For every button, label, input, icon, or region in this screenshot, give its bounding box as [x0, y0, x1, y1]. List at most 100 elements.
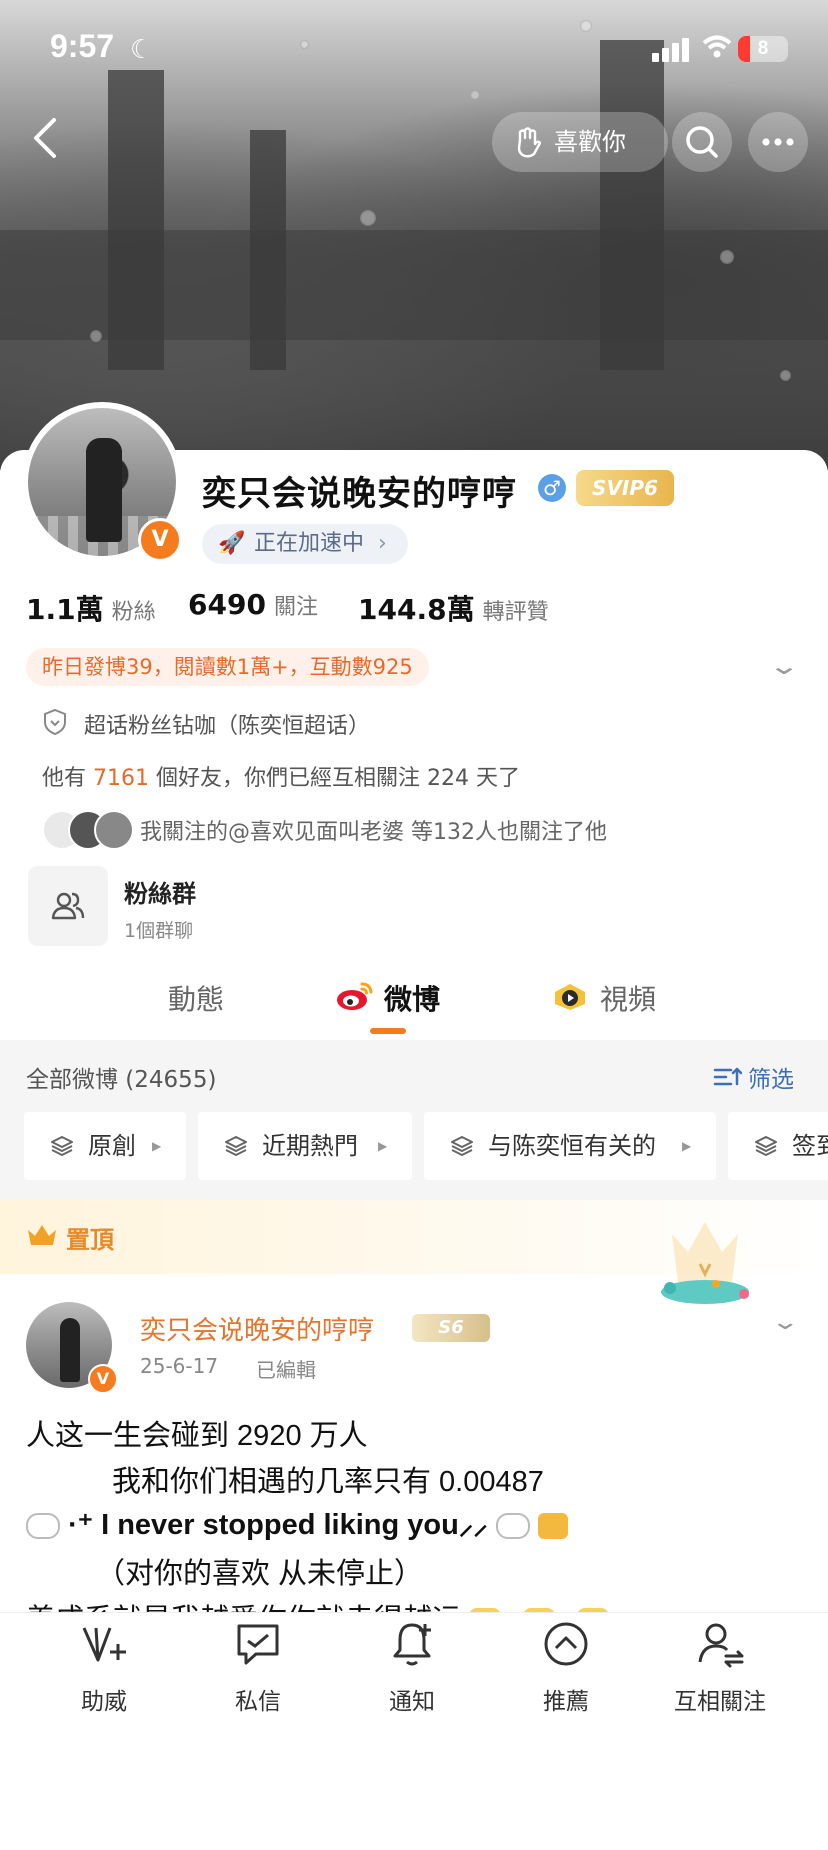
moon-icon: ☾: [130, 34, 154, 64]
nav-cheer-label: 助威: [81, 1689, 127, 1715]
post-date: 25-6-17: [140, 1354, 219, 1378]
post-edited-label: 已編輯: [256, 1358, 316, 1382]
nav-cheer[interactable]: 助威: [44, 1620, 164, 1720]
tab-activity[interactable]: 動態: [168, 978, 224, 1018]
feed-count: 全部微博 (24655): [26, 1067, 217, 1093]
post-line-1: 人这一生会碰到 2920 万人: [26, 1420, 368, 1452]
post-line-3-row: ·⁺ I never stopped liking you⸝⸝: [26, 1504, 568, 1543]
nav-notifications[interactable]: 通知: [352, 1620, 472, 1720]
post-author-name[interactable]: 奕只会说晚安的哼哼: [140, 1310, 374, 1347]
wifi-icon: [702, 35, 732, 58]
chip-caret-icon: ▶: [378, 1139, 388, 1153]
chip-caret-icon: ▶: [682, 1139, 692, 1153]
bell-plus-icon: [393, 1623, 431, 1666]
mutual-follow-icon: [698, 1623, 744, 1668]
male-icon: ♂: [538, 474, 566, 502]
status-bar: 9:57 ☾ 8: [0, 0, 828, 96]
activity-summary: 昨日發博39，閱讀數1萬+，互動數925: [26, 648, 429, 686]
weibo-logo-icon: [337, 982, 373, 1010]
chip-label: 近期熱門: [262, 1132, 358, 1160]
profile-tabs: 動態 微博 視頻: [0, 966, 828, 1040]
video-tab-icon: [555, 984, 585, 1010]
chevron-right-icon: ›: [378, 531, 387, 556]
back-button[interactable]: [16, 110, 72, 166]
tab-weibo[interactable]: 微博: [384, 978, 440, 1018]
chevron-down-icon[interactable]: ⌄: [768, 652, 800, 680]
search-icon: [686, 126, 718, 158]
battery-level-text: 8: [757, 38, 769, 59]
post-options-chevron-icon[interactable]: ⌄: [770, 1310, 800, 1335]
boost-status-button[interactable]: 🚀 正在加速中 ›: [202, 524, 408, 564]
post-level-badge: S6: [412, 1314, 490, 1342]
chip-related[interactable]: 与陈奕恒有关的 ▶: [424, 1112, 716, 1180]
crown-icon: [28, 1225, 56, 1245]
heart-hands-icon: [537, 1513, 568, 1540]
boost-label: 正在加速中: [254, 531, 365, 556]
rocket-icon: 🚀: [218, 531, 246, 556]
mutual-follow-row[interactable]: 我關注的@喜欢见面叫老婆 等132人也關注了他: [140, 814, 607, 846]
stat-following[interactable]: 6490 關注: [188, 588, 318, 621]
chip-label: 原創: [88, 1132, 136, 1160]
mutual-avatars: [42, 810, 134, 850]
verified-badge: V: [138, 518, 182, 562]
post-line-4: （对你的喜欢 从未停止）: [96, 1558, 424, 1590]
chip-checkin[interactable]: 签到: [728, 1112, 828, 1180]
fan-group-tile[interactable]: [28, 866, 108, 946]
friends-count[interactable]: 7161: [93, 766, 149, 791]
more-button[interactable]: [748, 112, 808, 172]
chevron-up-circle-icon: [544, 1622, 588, 1666]
thought-bubble-icon: [495, 1513, 530, 1540]
nav-mutual-follow-label: 互相關注: [674, 1689, 766, 1715]
layers-icon: [51, 1136, 73, 1156]
mutual-avatar-3: [94, 810, 134, 850]
layers-icon: [225, 1136, 247, 1156]
more-icon: [762, 138, 794, 146]
following-count: 6490: [188, 588, 266, 621]
following-label: 關注: [273, 595, 318, 620]
hand-heart-icon: [517, 127, 542, 158]
nav-messages-label: 私信: [235, 1689, 281, 1715]
layers-icon: [755, 1136, 777, 1156]
layers-icon: [451, 1136, 473, 1156]
chip-recent-hot[interactable]: 近期熱門 ▶: [198, 1112, 412, 1180]
post-line-3: ·⁺ I never stopped liking you⸝⸝: [68, 1509, 488, 1541]
thought-bubble-icon: [26, 1513, 60, 1540]
cheer-icon: [82, 1627, 126, 1662]
post-verified-badge: V: [88, 1364, 118, 1394]
nav-mutual-follow[interactable]: 互相關注: [660, 1620, 780, 1720]
tab-video[interactable]: 視頻: [600, 978, 656, 1018]
friends-suffix: 個好友，你們已經互相關注 224 天了: [156, 766, 520, 791]
like-you-button[interactable]: 喜歡你: [492, 112, 668, 172]
chip-label: 与陈奕恒有关的: [488, 1132, 656, 1160]
stat-interactions[interactable]: 144.8萬 轉評贊: [358, 588, 549, 628]
group-icon: [51, 892, 85, 920]
crown-decoration-icon: [661, 1222, 749, 1304]
chat-icon: [237, 1624, 279, 1665]
followers-label: 粉絲: [111, 600, 156, 625]
fan-group-subtitle: 1個群聊: [124, 920, 194, 942]
fan-group-title[interactable]: 粉絲群: [124, 874, 196, 909]
nav-recommend-label: 推薦: [543, 1689, 589, 1715]
chip-caret-icon: ▶: [152, 1139, 162, 1153]
shield-icon: [44, 708, 66, 736]
search-button[interactable]: [672, 112, 732, 172]
interactions-count: 144.8萬: [358, 593, 475, 626]
battery-icon: 8: [738, 36, 788, 62]
chip-label: 签到: [792, 1132, 828, 1160]
super-topic-row[interactable]: 超话粉丝钻咖（陈奕恒超话）: [84, 708, 370, 740]
filter-icon[interactable]: [712, 1064, 742, 1090]
stat-followers[interactable]: 1.1萬 粉絲: [26, 588, 156, 628]
nav-notifications-label: 通知: [389, 1689, 435, 1715]
filter-button[interactable]: 筛选: [748, 1060, 794, 1094]
friends-row: 他有 7161 個好友，你們已經互相關注 224 天了: [42, 760, 520, 792]
status-time: 9:57: [50, 28, 115, 64]
like-you-label: 喜歡你: [554, 128, 626, 156]
chip-original[interactable]: 原創 ▶: [24, 1112, 186, 1180]
nav-messages[interactable]: 私信: [198, 1620, 318, 1720]
friends-prefix: 他有: [42, 766, 87, 791]
profile-name: 奕只会说晚安的哼哼: [202, 474, 517, 514]
followers-count: 1.1萬: [26, 593, 104, 626]
tab-indicator: [370, 1028, 406, 1034]
nav-recommend[interactable]: 推薦: [506, 1620, 626, 1720]
svip-badge[interactable]: SVIP6: [576, 470, 674, 506]
